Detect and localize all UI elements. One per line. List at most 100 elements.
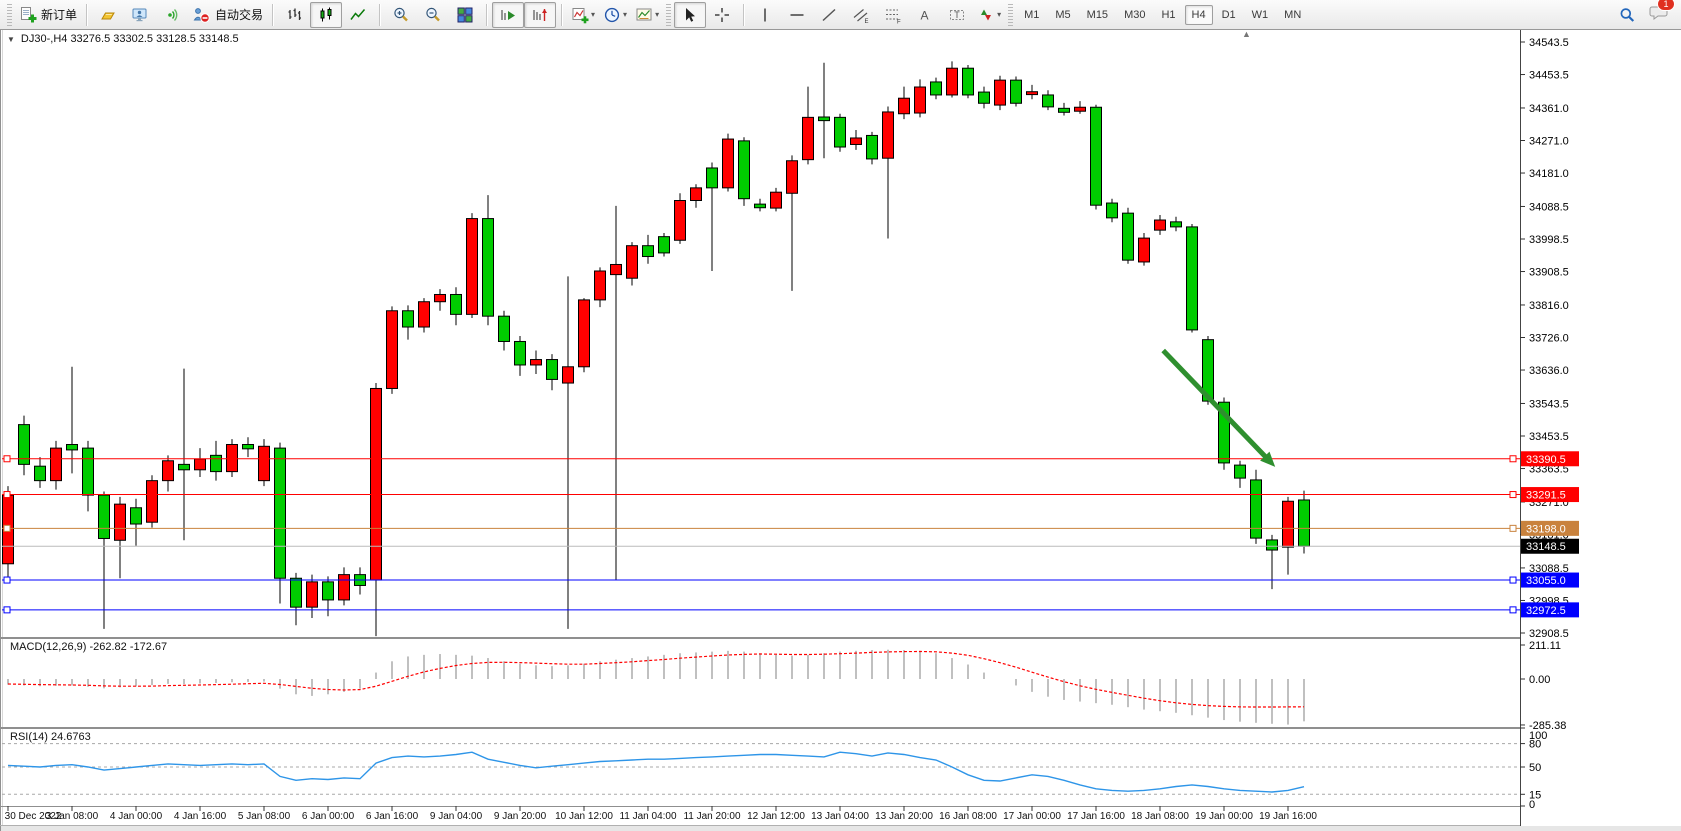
candle[interactable] [947,68,958,95]
signals-button[interactable] [156,2,188,28]
candle[interactable] [1027,92,1038,95]
candle[interactable] [259,446,270,480]
new-order-button[interactable]: 新订单 [15,2,81,28]
candle[interactable] [451,294,462,314]
candle[interactable] [595,271,606,300]
candle[interactable] [419,302,430,327]
candle[interactable] [1299,500,1310,546]
candle[interactable] [899,98,910,114]
candle[interactable] [211,455,222,471]
candle[interactable] [115,504,126,540]
candle[interactable] [35,466,46,480]
timeframe-MN[interactable]: MN [1277,5,1308,25]
search-button[interactable] [1611,2,1643,28]
line-handle[interactable] [4,525,10,531]
line-handle[interactable] [1510,607,1516,613]
candle[interactable] [323,582,334,600]
candle[interactable] [867,135,878,158]
candle[interactable] [499,316,510,341]
candle[interactable] [83,448,94,495]
candle[interactable] [1123,213,1134,260]
toolbar-grip[interactable] [666,4,671,26]
timeframe-M30[interactable]: M30 [1117,5,1152,25]
candle[interactable] [1187,227,1198,330]
candle[interactable] [531,360,542,365]
candle[interactable] [131,508,142,524]
timeframe-W1[interactable]: W1 [1245,5,1276,25]
candle[interactable] [931,82,942,95]
tile-windows-button[interactable] [449,2,481,28]
candle[interactable] [979,92,990,103]
line-handle[interactable] [1510,525,1516,531]
candle[interactable] [371,388,382,580]
arrows-button[interactable]: ▾ [973,2,1005,28]
candle[interactable] [291,578,302,607]
candle[interactable] [467,219,478,315]
fibonacci-button[interactable]: F [877,2,909,28]
notifications-button[interactable]: 1 [1649,3,1669,26]
market-watch-button[interactable] [92,2,124,28]
auto-scroll-button[interactable] [492,2,524,28]
candle[interactable] [723,139,734,188]
candle[interactable] [675,201,686,241]
candle[interactable] [739,141,750,199]
timeframe-D1[interactable]: D1 [1215,5,1243,25]
line-handle[interactable] [1510,456,1516,462]
candle[interactable] [691,188,702,201]
chart-canvas[interactable]: 34543.534453.534361.034271.034181.034088… [0,0,1681,831]
cursor-button[interactable] [674,2,706,28]
price-axis[interactable]: 34543.534453.534361.034271.034181.034088… [1520,30,1681,826]
candle[interactable] [1059,108,1070,112]
candle[interactable] [515,341,526,364]
candle[interactable] [755,204,766,208]
candle[interactable] [99,495,110,538]
candle[interactable] [179,464,190,469]
candle[interactable] [563,367,574,383]
line-handle[interactable] [4,492,10,498]
candle[interactable] [1011,80,1022,103]
equidistant-channel-button[interactable]: E [845,2,877,28]
line-handle[interactable] [4,607,10,613]
candle[interactable] [995,80,1006,105]
timeframe-M5[interactable]: M5 [1048,5,1077,25]
zoom-out-button[interactable] [417,2,449,28]
candle[interactable] [1267,540,1278,550]
candle[interactable] [387,311,398,389]
candle[interactable] [1235,465,1246,478]
horizontal-line-button[interactable] [781,2,813,28]
chart-menu-icon[interactable]: ▼ [7,35,15,44]
timeframe-M15[interactable]: M15 [1080,5,1115,25]
candle[interactable] [707,168,718,188]
candle[interactable] [787,161,798,194]
candle[interactable] [1251,480,1262,538]
candle[interactable] [771,192,782,208]
vertical-line-button[interactable] [749,2,781,28]
candle[interactable] [915,87,926,113]
candle[interactable] [627,246,638,279]
candle[interactable] [339,575,350,600]
line-handle[interactable] [1510,492,1516,498]
candle[interactable] [819,117,830,121]
candle[interactable] [147,481,158,523]
candlestick-chart-button[interactable] [310,2,342,28]
data-window-button[interactable] [124,2,156,28]
candle[interactable] [611,264,622,274]
line-handle[interactable] [4,456,10,462]
candle[interactable] [835,117,846,147]
candle[interactable] [1139,238,1150,262]
candle[interactable] [659,237,670,253]
candle[interactable] [243,444,254,448]
candle[interactable] [1091,107,1102,205]
candle[interactable] [307,582,318,607]
timeframe-H4[interactable]: H4 [1185,5,1213,25]
candle[interactable] [483,219,494,317]
toolbar-grip[interactable] [7,4,12,26]
candle[interactable] [1283,501,1294,547]
candle[interactable] [195,459,206,470]
text-button[interactable]: A [909,2,941,28]
candle[interactable] [1043,95,1054,107]
candle[interactable] [883,112,894,158]
timeframe-H1[interactable]: H1 [1154,5,1182,25]
candle[interactable] [67,444,78,449]
toolbar-grip[interactable] [1008,4,1013,26]
